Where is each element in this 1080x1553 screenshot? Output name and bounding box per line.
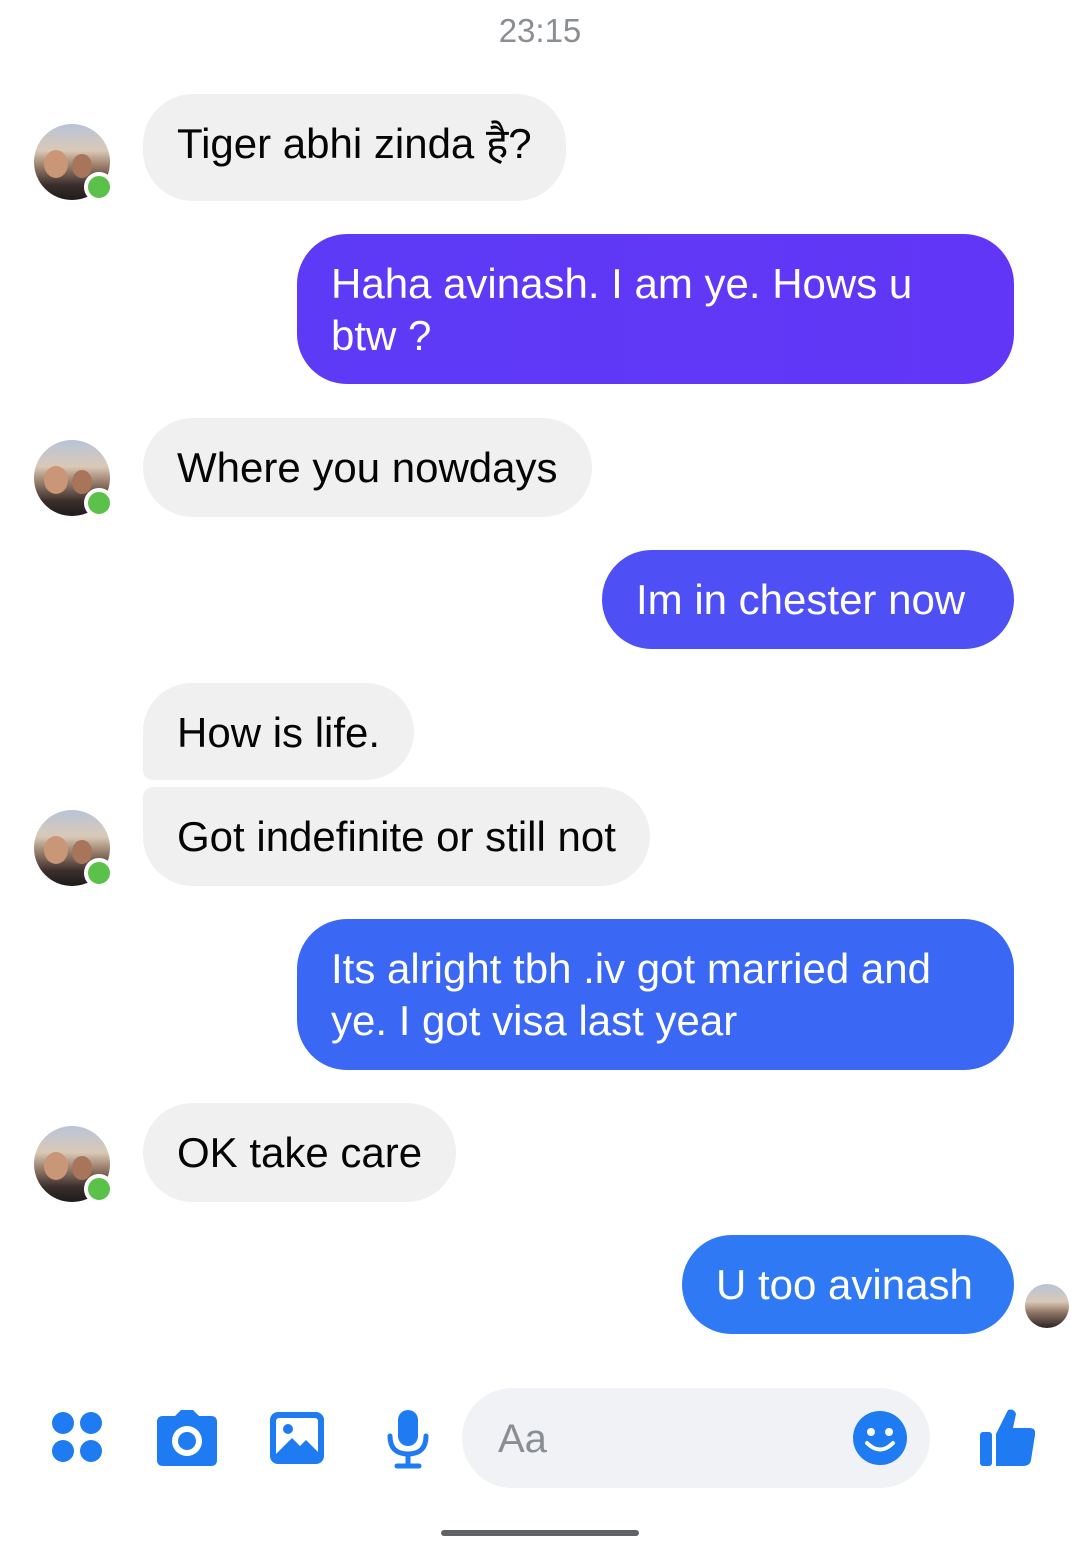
message-input[interactable] bbox=[496, 1412, 830, 1466]
contact-avatar[interactable] bbox=[34, 440, 114, 518]
contact-avatar[interactable] bbox=[34, 124, 114, 202]
outgoing-message[interactable]: Im in chester now bbox=[602, 550, 1014, 649]
online-status-dot bbox=[84, 172, 114, 202]
incoming-message[interactable]: How is life. bbox=[143, 683, 415, 780]
outgoing-message[interactable]: Haha avinash. I am ye. Hows u btw ? bbox=[297, 234, 1014, 384]
camera-icon[interactable] bbox=[155, 1408, 219, 1473]
incoming-message[interactable]: Got indefinite or still not bbox=[143, 787, 650, 886]
message-composer[interactable] bbox=[462, 1388, 930, 1488]
seen-receipt-avatar bbox=[1025, 1284, 1069, 1328]
gallery-icon[interactable] bbox=[268, 1410, 326, 1471]
contact-avatar[interactable] bbox=[34, 1126, 114, 1204]
online-status-dot bbox=[84, 1174, 114, 1204]
contact-avatar[interactable] bbox=[34, 810, 114, 888]
message-timestamp: 23:15 bbox=[498, 12, 582, 49]
menu-dots-icon[interactable] bbox=[50, 1410, 106, 1471]
thumbs-up-icon[interactable] bbox=[978, 1406, 1038, 1473]
microphone-icon[interactable] bbox=[385, 1408, 431, 1475]
incoming-message[interactable]: Tiger abhi zinda है? bbox=[143, 94, 566, 201]
incoming-message[interactable]: Where you nowdays bbox=[143, 418, 592, 517]
online-status-dot bbox=[84, 858, 114, 888]
outgoing-message[interactable]: Its alright tbh .iv got married and ye. … bbox=[297, 919, 1014, 1070]
incoming-message[interactable]: OK take care bbox=[143, 1103, 457, 1202]
emoji-icon[interactable] bbox=[852, 1410, 908, 1471]
online-status-dot bbox=[84, 488, 114, 518]
home-indicator[interactable] bbox=[441, 1530, 639, 1536]
outgoing-message[interactable]: U too avinash bbox=[682, 1235, 1014, 1334]
